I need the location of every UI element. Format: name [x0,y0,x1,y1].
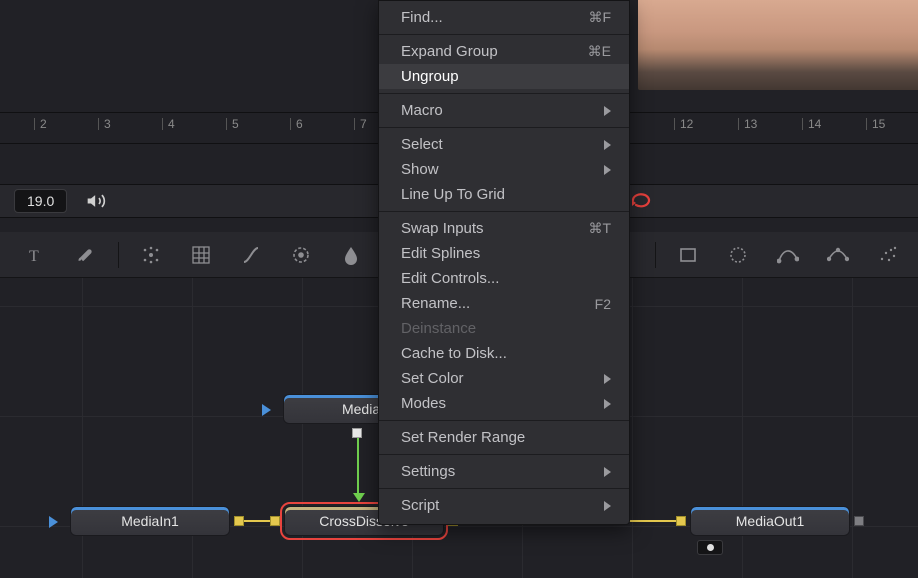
ruler-tick: 12 [680,117,693,131]
menu-separator [379,34,629,35]
menu-label: Set Color [401,370,464,387]
menu-item-rename[interactable]: Rename... F2 [379,291,629,316]
menu-label: Settings [401,463,455,480]
ruler-tick: 4 [168,117,175,131]
ruler-tick: 6 [296,117,303,131]
menu-item-select[interactable]: Select [379,132,629,157]
menu-separator [379,488,629,489]
menu-label: Macro [401,102,443,119]
sound-icon[interactable] [85,191,107,211]
menu-label: Set Render Range [401,429,525,446]
preview-thumbnail [638,0,918,90]
node-output-port[interactable] [854,516,864,526]
node-media-in-1[interactable]: MediaIn1 [70,506,230,536]
text-tool-icon[interactable]: T [24,243,48,267]
node-viewer-toggle[interactable] [697,540,723,555]
node-input-port[interactable] [676,516,686,526]
ruler-tick: 2 [40,117,47,131]
menu-item-deinstance: Deinstance [379,316,629,341]
ruler-tick: 13 [744,117,757,131]
menu-separator [379,420,629,421]
grid-icon[interactable] [189,243,213,267]
bspline-tool-icon[interactable] [826,243,850,267]
scatter-icon[interactable] [876,243,900,267]
blur-drop-icon[interactable] [339,243,363,267]
node-label: MediaOut1 [736,513,804,529]
menu-label: Edit Splines [401,245,480,262]
curve-icon[interactable] [239,243,263,267]
menu-label: Modes [401,395,446,412]
particles-icon[interactable] [139,243,163,267]
toolbar-separator [118,242,119,268]
polygon-tool-icon[interactable] [776,243,800,267]
wire [244,520,270,522]
node-input-port[interactable] [49,516,58,528]
menu-shortcut: F2 [595,296,611,312]
menu-separator [379,454,629,455]
menu-item-find[interactable]: Find... ⌘F [379,5,629,30]
menu-item-edit-splines[interactable]: Edit Splines [379,241,629,266]
menu-item-line-up[interactable]: Line Up To Grid [379,182,629,207]
menu-shortcut: ⌘F [588,9,611,26]
loop-icon[interactable] [629,190,653,213]
ruler-tick: 15 [872,117,885,131]
color-wheel-icon[interactable] [289,243,313,267]
menu-label: Swap Inputs [401,220,484,237]
menu-label: Script [401,497,439,514]
node-output-port[interactable] [352,428,362,438]
menu-item-macro[interactable]: Macro [379,98,629,123]
toolbar-separator [655,242,656,268]
context-menu: Find... ⌘F Expand Group ⌘E Ungroup Macro S… [378,0,630,525]
wire [357,438,359,494]
menu-item-show[interactable]: Show [379,157,629,182]
svg-text:T: T [29,248,39,265]
rectangle-tool-icon[interactable] [676,243,700,267]
menu-label: Cache to Disk... [401,345,507,362]
menu-item-edit-controls[interactable]: Edit Controls... [379,266,629,291]
timecode-field[interactable]: 19.0 [14,189,67,213]
menu-item-cache-to-disk[interactable]: Cache to Disk... [379,341,629,366]
menu-item-set-render-range[interactable]: Set Render Range [379,425,629,450]
menu-label: Expand Group [401,43,498,60]
node-label: MediaIn1 [121,513,179,529]
node-input-port[interactable] [270,516,280,526]
node-media-out-1[interactable]: MediaOut1 [690,506,850,536]
menu-label: Rename... [401,295,470,312]
ellipse-tool-icon[interactable] [726,243,750,267]
brush-tool-icon[interactable] [74,243,98,267]
menu-item-ungroup[interactable]: Ungroup [379,64,629,89]
node-output-port[interactable] [234,516,244,526]
menu-item-expand-group[interactable]: Expand Group ⌘E [379,39,629,64]
menu-item-settings[interactable]: Settings [379,459,629,484]
ruler-tick: 7 [360,117,367,131]
menu-item-modes[interactable]: Modes [379,391,629,416]
menu-shortcut: ⌘T [588,220,611,237]
menu-shortcut: ⌘E [588,43,611,60]
menu-separator [379,211,629,212]
menu-separator [379,127,629,128]
ruler-tick: 3 [104,117,111,131]
menu-item-set-color[interactable]: Set Color [379,366,629,391]
menu-separator [379,93,629,94]
menu-label: Select [401,136,443,153]
menu-label: Deinstance [401,320,476,337]
node-input-port[interactable] [262,404,271,416]
menu-label: Line Up To Grid [401,186,505,203]
menu-item-swap-inputs[interactable]: Swap Inputs ⌘T [379,216,629,241]
ruler-tick: 14 [808,117,821,131]
menu-item-script[interactable]: Script [379,493,629,518]
menu-label: Ungroup [401,68,459,85]
menu-label: Find... [401,9,443,26]
menu-label: Edit Controls... [401,270,499,287]
menu-label: Show [401,161,439,178]
ruler-tick: 5 [232,117,239,131]
node-input-top-port[interactable] [353,493,365,502]
